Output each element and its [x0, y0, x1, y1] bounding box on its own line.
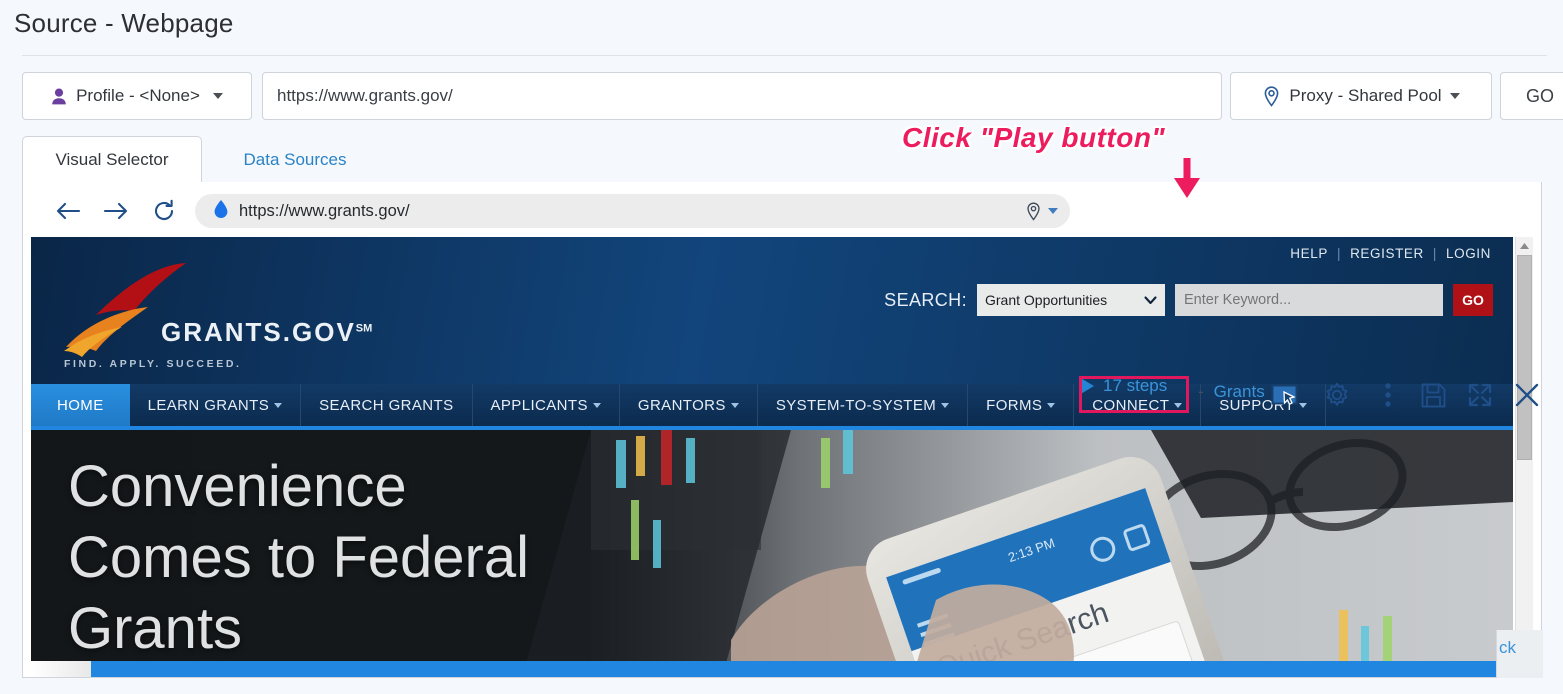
search-keyword-input[interactable] — [1175, 284, 1443, 316]
person-icon — [51, 88, 67, 105]
nav-label: GRANTORS — [637, 396, 726, 414]
proxy-button[interactable]: Proxy - Shared Pool — [1230, 72, 1492, 120]
scrollbar-horizontal-thumb[interactable] — [31, 661, 91, 677]
search-category-value: Grant Opportunities — [985, 292, 1108, 308]
annotation-arrow-icon — [1170, 158, 1204, 205]
arrow-right-icon[interactable] — [101, 196, 131, 226]
divider: | — [1336, 246, 1342, 261]
arrow-left-icon[interactable] — [53, 196, 83, 226]
nav-label: CONNECT — [1092, 396, 1170, 414]
nav-item-applicants[interactable]: APPLICANTS — [473, 384, 620, 426]
chevron-down-icon — [592, 402, 601, 408]
gear-icon[interactable] — [1320, 378, 1354, 412]
tab-bar: Visual Selector Data Sources — [22, 136, 1542, 183]
tab-data-sources[interactable]: Data Sources — [210, 136, 380, 183]
page-title: Source - Webpage — [14, 8, 234, 38]
divider: | — [1432, 246, 1437, 261]
hero-headline: Convenience Comes to Federal Grants — [68, 454, 529, 661]
chevron-down-icon — [1174, 402, 1183, 408]
nav-item-learn-grants[interactable]: LEARN GRANTS — [130, 384, 302, 426]
tab-visual-selector[interactable]: Visual Selector — [22, 136, 202, 183]
page-scrollbar-vertical[interactable] — [1515, 237, 1533, 677]
title-divider — [22, 55, 1547, 56]
omnibox-url: https://www.grants.gov/ — [239, 201, 410, 220]
chevron-up-icon[interactable] — [1516, 237, 1533, 254]
chevron-down-icon — [212, 93, 223, 99]
reload-icon[interactable] — [149, 196, 179, 226]
nav-item-forms[interactable]: FORMS — [968, 384, 1075, 426]
fullscreen-icon[interactable] — [1463, 378, 1497, 412]
recipe-name-label: Grants — [1213, 382, 1265, 401]
nav-item-home[interactable]: HOME — [31, 384, 130, 426]
nav-item-grantors[interactable]: GRANTORS — [620, 384, 758, 426]
chevron-down-icon — [1449, 93, 1460, 99]
chevron-down-icon — [1144, 295, 1157, 304]
site-header: GRANTS.GOVSM FIND. APPLY. SUCCEED. HELP … — [31, 237, 1513, 384]
clipped-label: ck — [1499, 638, 1516, 657]
link-help[interactable]: HELP — [1290, 246, 1328, 261]
steps-count-label: 17 steps — [1103, 376, 1168, 395]
chevron-down-icon — [1048, 208, 1058, 214]
search-label: SEARCH: — [884, 289, 967, 310]
nav-label: APPLICANTS — [490, 396, 588, 414]
nav-item-search-grants[interactable]: SEARCH GRANTS — [301, 384, 473, 426]
play-icon — [1079, 377, 1094, 395]
omnibox[interactable]: https://www.grants.gov/ — [195, 194, 1070, 228]
nav-label: LEARN GRANTS — [147, 396, 270, 414]
search-go-button[interactable]: GO — [1453, 284, 1493, 316]
nav-label: SYSTEM-TO-SYSTEM — [775, 396, 937, 414]
chevron-down-icon — [730, 402, 739, 408]
browser-toolbar: https://www.grants.gov/ — [23, 182, 1541, 237]
page-scrollbar-horizontal[interactable] — [31, 661, 1513, 677]
chevron-down-icon — [941, 402, 950, 408]
logo-superscript: SM — [355, 322, 373, 335]
hero-banner: 2:13 PM Quick Search Enter Keywords Numb… — [31, 430, 1513, 677]
separator-dash: - — [1198, 382, 1204, 401]
rendered-webpage: GRANTS.GOVSM FIND. APPLY. SUCCEED. HELP … — [31, 237, 1513, 677]
nav-label: FORMS — [986, 396, 1043, 414]
nav-item-system-to-system[interactable]: SYSTEM-TO-SYSTEM — [758, 384, 969, 426]
address-bar: Profile - <None> Proxy - Shared Pool GO — [22, 72, 1563, 120]
site-search: SEARCH: Grant Opportunities GO — [884, 284, 1493, 316]
select-element-icon[interactable] — [1268, 378, 1302, 412]
source-webpage-window: Source - Webpage Profile - <None> Proxy … — [0, 0, 1563, 694]
embedded-browser-panel: https://www.grants.gov/ GRANTS.GOVSM FIN — [22, 182, 1542, 678]
annotation-label: Click "Play button" — [902, 122, 1166, 153]
link-login[interactable]: LOGIN — [1446, 246, 1491, 261]
logo-text: GRANTS.GOVSM — [161, 317, 373, 347]
omnibox-pin-button[interactable] — [1025, 202, 1058, 221]
scrollbar-thumb[interactable] — [1517, 255, 1532, 460]
search-category-select[interactable]: Grant Opportunities — [977, 284, 1165, 316]
header-top-links: HELP | REGISTER | LOGIN — [1290, 246, 1491, 261]
more-vertical-icon[interactable] — [1371, 378, 1405, 412]
location-pin-icon — [1262, 85, 1281, 107]
logo-tagline: FIND. APPLY. SUCCEED. — [64, 358, 242, 370]
chevron-down-icon — [1047, 402, 1056, 408]
chevron-down-icon — [274, 402, 283, 408]
close-icon[interactable] — [1510, 378, 1544, 412]
save-icon[interactable] — [1416, 378, 1450, 412]
bottom-right-clipped-text: ck — [1496, 630, 1543, 678]
profile-button-label: Profile - <None> — [76, 86, 200, 105]
water-drop-icon — [213, 199, 229, 224]
play-steps-button[interactable]: 17 steps — [1079, 376, 1167, 396]
proxy-button-label: Proxy - Shared Pool — [1289, 86, 1442, 105]
nav-label: HOME — [57, 396, 104, 414]
go-button[interactable]: GO — [1500, 72, 1563, 120]
nav-label: SEARCH GRANTS — [319, 396, 454, 414]
url-input[interactable] — [262, 72, 1222, 120]
profile-button[interactable]: Profile - <None> — [22, 72, 252, 120]
grants-logo[interactable]: GRANTS.GOVSM FIND. APPLY. SUCCEED. — [56, 255, 416, 370]
link-register[interactable]: REGISTER — [1350, 246, 1424, 261]
